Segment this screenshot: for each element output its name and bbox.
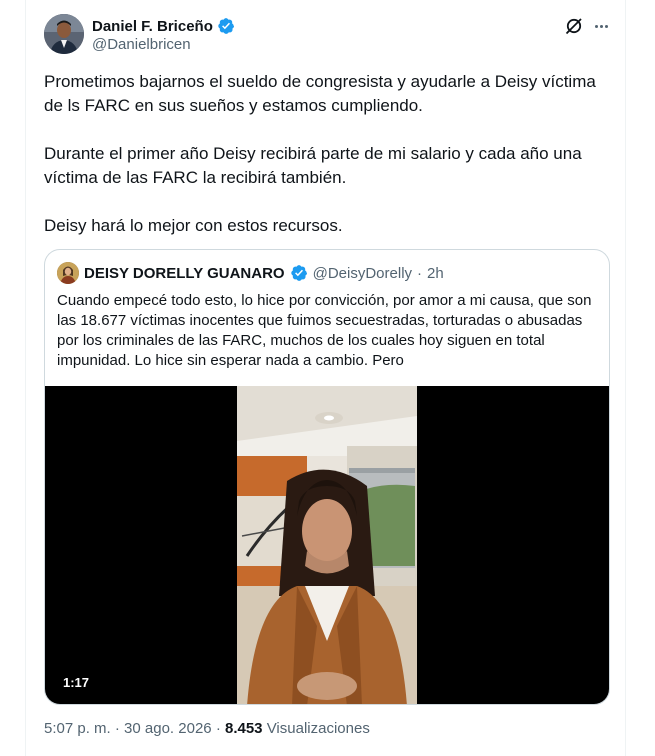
tweet-body: Prometimos bajarnos el sueldo de congres… [44,70,616,238]
author-avatar[interactable] [44,14,84,54]
video-player[interactable]: 1:17 [45,386,609,704]
more-dot-icon [594,24,598,28]
column-border-right [625,0,626,756]
tweet-detail: Daniel F. Briceño @Danielbricen Prometim… [0,0,655,756]
tweet-meta: 5:07 p. m. · 30 ago. 2026 · 8.453 Visual… [44,720,370,737]
author-display-name[interactable]: Daniel F. Briceño [92,18,213,35]
more-options-icon[interactable] [590,16,612,36]
meta-separator: · [114,720,120,737]
more-dot-icon [599,24,603,28]
quoted-author-display-name: DEISY DORELLY GUANARO [84,264,285,282]
quoted-separator: · [417,264,423,282]
column-border-left [25,0,26,756]
more-dot-icon [604,24,608,28]
quoted-author-handle: @DeisyDorelly [312,264,413,282]
tweet-paragraph: Deisy hará lo mejor con estos recursos. [44,216,343,235]
grok-icon[interactable] [564,16,584,36]
tweet-paragraph: Durante el primer año Deisy recibirá par… [44,144,582,187]
quoted-tweet-text: Cuando empecé todo esto, lo hice por con… [57,292,592,369]
quoted-tweet[interactable]: DEISY DORELLY GUANARO @DeisyDorelly · 2h… [44,249,610,705]
tweet-header: Daniel F. Briceño @Danielbricen [44,14,614,56]
author-handle[interactable]: @Danielbricen [92,36,191,53]
meta-separator: · [215,720,221,737]
views-label: Visualizaciones [266,720,370,737]
quoted-timestamp: 2h [427,264,444,282]
quoted-tweet-header: DEISY DORELLY GUANARO @DeisyDorelly · 2h [57,262,444,284]
tweet-paragraph: Prometimos bajarnos el sueldo de congres… [44,72,596,115]
verified-badge-icon [290,264,308,282]
verified-badge-icon [217,17,235,35]
tweet-time[interactable]: 5:07 p. m. [44,720,111,737]
author-name-row: Daniel F. Briceño [92,16,235,36]
video-thumbnail [237,386,417,704]
tweet-date[interactable]: 30 ago. 2026 [124,720,212,737]
quoted-author-avatar [57,262,79,284]
views-count[interactable]: 8.453 [225,720,263,737]
video-duration-badge: 1:17 [57,672,96,694]
